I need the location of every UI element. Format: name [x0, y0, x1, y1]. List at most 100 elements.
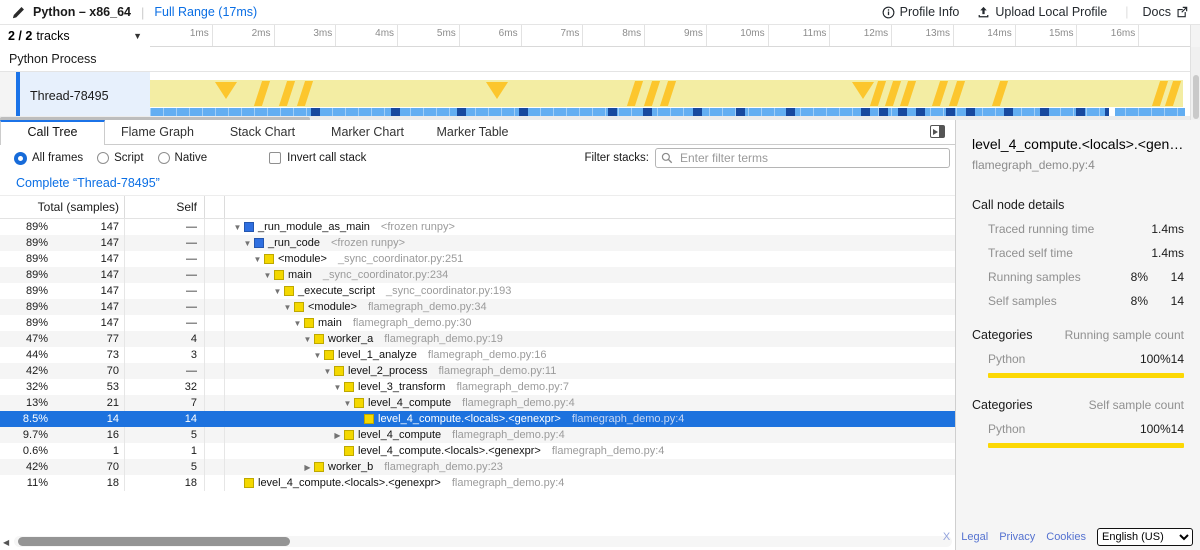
tracks-vscrollbar[interactable] [1190, 47, 1200, 120]
table-row[interactable]: 47%774▼worker_aflamegraph_demo.py:19 [0, 331, 955, 347]
table-row[interactable]: 44%733▼level_1_analyzeflamegraph_demo.py… [0, 347, 955, 363]
tab-call-tree[interactable]: Call Tree [0, 120, 105, 145]
marker-slash[interactable] [660, 81, 676, 106]
marker-slash[interactable] [949, 81, 965, 106]
tracks-vscrollbar-thumb[interactable] [1193, 75, 1199, 119]
table-row[interactable]: 0.6%11▼level_4_compute.<locals>.<genexpr… [0, 443, 955, 459]
thread-track-row[interactable]: Thread-78495 [0, 72, 1200, 119]
privacy-link[interactable]: Privacy [999, 531, 1035, 543]
row-total-percent: 13% [0, 395, 48, 411]
row-total-samples: 147 [48, 235, 125, 251]
table-row[interactable]: 89%147—▼_run_code<frozen runpy> [0, 235, 955, 251]
tab-flame-graph[interactable]: Flame Graph [105, 120, 210, 144]
tab-stack-chart[interactable]: Stack Chart [210, 120, 315, 144]
upload-local-profile-button[interactable]: Upload Local Profile [977, 5, 1107, 19]
table-row[interactable]: 8.5%1414▼level_4_compute.<locals>.<genex… [0, 411, 955, 427]
table-row[interactable]: 42%705▶worker_bflamegraph_demo.py:23 [0, 459, 955, 475]
native-label[interactable]: Native [175, 152, 208, 164]
table-row[interactable]: 89%147—▼_run_module_as_main<frozen runpy… [0, 219, 955, 235]
table-row[interactable]: 42%70—▼level_2_processflamegraph_demo.py… [0, 363, 955, 379]
marker-slash[interactable] [297, 81, 313, 106]
marker-triangle[interactable] [486, 82, 508, 99]
all-frames-label[interactable]: All frames [32, 152, 83, 164]
expand-arrow-icon[interactable]: ▶ [331, 431, 344, 440]
marker-slash[interactable] [932, 81, 948, 106]
collapse-arrow-icon[interactable]: ▼ [291, 319, 304, 328]
samples-track-canvas[interactable] [150, 108, 1185, 116]
thread-track-label[interactable]: Thread-78495 [20, 72, 150, 119]
marker-triangle[interactable] [215, 82, 237, 99]
table-row[interactable]: 11%1818▼level_4_compute.<locals>.<genexp… [0, 475, 955, 491]
filter-stacks-label: Filter stacks: [584, 152, 649, 164]
sidebar-toggle-button[interactable] [930, 125, 945, 138]
collapse-arrow-icon[interactable]: ▼ [341, 399, 354, 408]
breadcrumb[interactable]: Complete “Thread-78495” [16, 176, 160, 190]
marker-slash[interactable] [644, 81, 660, 106]
table-row[interactable]: 89%147—▼main_sync_coordinator.py:234 [0, 267, 955, 283]
collapse-arrow-icon[interactable]: ▼ [251, 255, 264, 264]
edit-profile-name-icon[interactable] [12, 6, 25, 19]
locale-x-link[interactable]: X [943, 531, 950, 543]
file-line: _sync_coordinator.py:234 [323, 269, 448, 281]
marker-triangle[interactable] [852, 82, 874, 99]
table-row[interactable]: 89%147—▼<module>flamegraph_demo.py:34 [0, 299, 955, 315]
marker-slash[interactable] [885, 81, 901, 106]
tab-marker-chart[interactable]: Marker Chart [315, 120, 420, 144]
tab-marker-table[interactable]: Marker Table [420, 120, 525, 144]
call-node-sidebar: level_4_compute.<locals>.<genexpr> flame… [955, 120, 1200, 550]
table-row[interactable]: 89%147—▼_execute_script_sync_coordinator… [0, 283, 955, 299]
marker-slash[interactable] [1165, 81, 1181, 106]
full-range-link[interactable]: Full Range (17ms) [154, 5, 257, 19]
row-total-samples: 147 [48, 267, 125, 283]
expand-arrow-icon[interactable]: ▶ [301, 463, 314, 472]
sample-dark-segment [391, 108, 400, 116]
table-row[interactable]: 9.7%165▶level_4_computeflamegraph_demo.p… [0, 427, 955, 443]
sample-dark-segment [861, 108, 870, 116]
script-label[interactable]: Script [114, 152, 143, 164]
timeline-ruler: 1ms2ms3ms4ms5ms6ms7ms8ms9ms10ms11ms12ms1… [0, 25, 1200, 47]
collapse-arrow-icon[interactable]: ▼ [331, 383, 344, 392]
calltree-hscrollbar[interactable]: ◀ [0, 536, 955, 548]
row-total-samples: 147 [48, 219, 125, 235]
scroll-left-arrow-icon[interactable]: ◀ [3, 538, 9, 547]
cookies-link[interactable]: Cookies [1046, 531, 1086, 543]
collapse-arrow-icon[interactable]: ▼ [281, 303, 294, 312]
collapse-arrow-icon[interactable]: ▼ [271, 287, 284, 296]
collapse-arrow-icon[interactable]: ▼ [301, 335, 314, 344]
sample-dark-segment [519, 108, 528, 116]
table-row[interactable]: 32%5332▼level_3_transformflamegraph_demo… [0, 379, 955, 395]
collapse-arrow-icon[interactable]: ▼ [321, 367, 334, 376]
marker-slash[interactable] [992, 81, 1008, 106]
language-select[interactable]: English (US) [1097, 528, 1193, 546]
collapse-arrow-icon[interactable]: ▼ [241, 239, 254, 248]
table-row[interactable]: 13%217▼level_4_computeflamegraph_demo.py… [0, 395, 955, 411]
col-self[interactable]: Self [125, 196, 205, 218]
script-radio[interactable] [97, 152, 109, 164]
row-total-percent: 89% [0, 283, 48, 299]
legal-link[interactable]: Legal [961, 531, 988, 543]
col-total-samples[interactable]: Total (samples) [0, 196, 125, 218]
process-track-row[interactable]: Python Process [0, 47, 1200, 72]
ruler-corner [1190, 25, 1200, 47]
collapse-arrow-icon[interactable]: ▼ [231, 223, 244, 232]
table-row[interactable]: 89%147—▼mainflamegraph_demo.py:30 [0, 315, 955, 331]
collapse-arrow-icon[interactable]: ▼ [261, 271, 274, 280]
invert-call-stack-checkbox[interactable] [269, 152, 281, 164]
invert-call-stack-label[interactable]: Invert call stack [287, 152, 366, 164]
marker-slash[interactable] [254, 81, 270, 106]
calltree-hscrollbar-thumb[interactable] [18, 537, 290, 546]
all-frames-radio[interactable] [14, 152, 27, 165]
profile-info-button[interactable]: Profile Info [882, 5, 960, 19]
marker-track-canvas[interactable] [150, 80, 1183, 107]
tracks-dropdown-button[interactable]: 2 / 2 tracks ▼ [0, 25, 150, 47]
marker-slash[interactable] [900, 81, 916, 106]
native-radio[interactable] [158, 152, 170, 164]
collapse-arrow-icon[interactable]: ▼ [311, 351, 324, 360]
footer: X Legal Privacy Cookies English (US) [943, 528, 1193, 546]
docs-button[interactable]: Docs [1143, 5, 1188, 19]
marker-slash[interactable] [279, 81, 295, 106]
table-row[interactable]: 89%147—▼<module>_sync_coordinator.py:251 [0, 251, 955, 267]
breadcrumb-row: Complete “Thread-78495” [0, 171, 955, 196]
marker-slash[interactable] [627, 81, 643, 106]
filter-stacks-input[interactable] [655, 148, 950, 168]
